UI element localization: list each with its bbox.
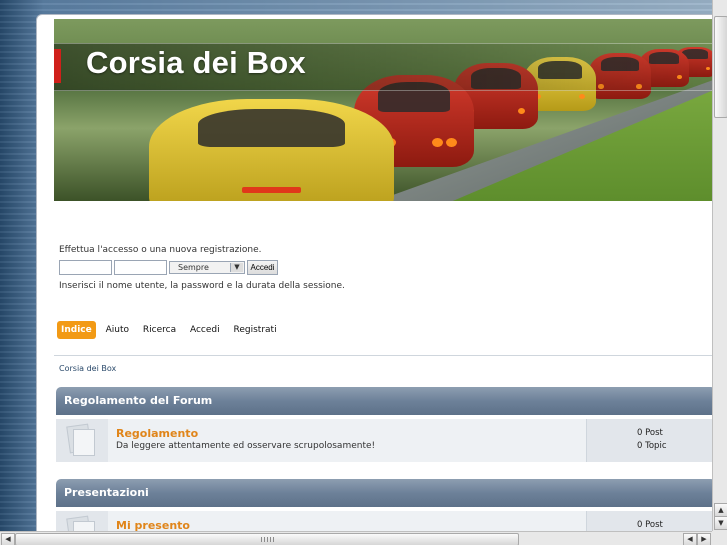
- forum-topic-count: 0 Topic: [637, 441, 667, 451]
- session-duration-select[interactable]: Sempre ▼: [169, 261, 245, 274]
- header-banner: Corsia dei Box: [54, 19, 716, 201]
- forum-icon-cell: [56, 511, 108, 532]
- category-header[interactable]: Presentazioni: [56, 479, 716, 507]
- arrow-up-icon[interactable]: ▲: [714, 503, 727, 517]
- forum-info: Regolamento Da leggere attentamente ed o…: [116, 427, 576, 451]
- nav-divider: [54, 355, 716, 356]
- vertical-scroll-thumb[interactable]: [714, 16, 727, 118]
- category-header[interactable]: Regolamento del Forum: [56, 387, 716, 415]
- forum-stats: 0 Post 0 Topic: [637, 427, 667, 453]
- login-row: Sempre ▼ Accedi: [59, 260, 319, 277]
- login-panel: Effettua l'accesso o una nuova registraz…: [59, 245, 345, 291]
- forum-stats-cell: 0 Post 0 Topic: [586, 419, 716, 462]
- nav-item-aiuto[interactable]: Aiuto: [102, 321, 133, 339]
- forum-row: Regolamento Da leggere attentamente ed o…: [56, 419, 716, 462]
- nav-item-ricerca[interactable]: Ricerca: [139, 321, 180, 339]
- banner-car: [149, 99, 394, 201]
- login-button[interactable]: Accedi: [247, 260, 278, 275]
- vertical-scrollbar[interactable]: ▲ ▼: [712, 0, 727, 531]
- arrow-left-icon[interactable]: ◀: [683, 533, 697, 545]
- horizontal-scroll-thumb[interactable]: [15, 533, 519, 545]
- site-title[interactable]: Corsia dei Box: [86, 45, 306, 81]
- forum-row: Mi presento 0 Post: [56, 511, 716, 532]
- forum-read-icon: [66, 423, 95, 456]
- forum-stats-cell: 0 Post: [586, 511, 716, 532]
- nav-item-accedi[interactable]: Accedi: [186, 321, 224, 339]
- scrollbar-corner: [712, 531, 727, 545]
- login-prompt: Effettua l'accesso o una nuova registraz…: [59, 245, 262, 255]
- arrow-down-icon[interactable]: ▼: [714, 516, 727, 530]
- scroll-grip-icon: [261, 537, 275, 542]
- nav-item-indice[interactable]: Indice: [57, 321, 96, 339]
- horizontal-scrollbar[interactable]: ◀ ◀ ▶: [0, 531, 727, 545]
- forum-title-link[interactable]: Regolamento: [116, 427, 576, 440]
- arrow-right-icon[interactable]: ▶: [697, 533, 711, 545]
- username-input[interactable]: [59, 260, 112, 275]
- forum-icon-cell: [56, 419, 108, 462]
- chevron-down-icon: ▼: [230, 263, 243, 272]
- password-input[interactable]: [114, 260, 167, 275]
- main-nav: Indice Aiuto Ricerca Accedi Registrati: [57, 321, 284, 341]
- login-hint: Inserisci il nome utente, la password e …: [59, 281, 345, 291]
- breadcrumb[interactable]: Corsia dei Box: [59, 364, 116, 373]
- forum-post-count: 0 Post: [637, 428, 663, 438]
- nav-item-registrati[interactable]: Registrati: [230, 321, 281, 339]
- banner-red-mark: [54, 49, 61, 83]
- page-content: Corsia dei Box Effettua l'accesso o una …: [36, 14, 717, 533]
- arrow-left-icon[interactable]: ◀: [1, 533, 15, 545]
- forum-description: Da leggere attentamente ed osservare scr…: [116, 441, 376, 451]
- session-duration-value: Sempre: [178, 263, 209, 272]
